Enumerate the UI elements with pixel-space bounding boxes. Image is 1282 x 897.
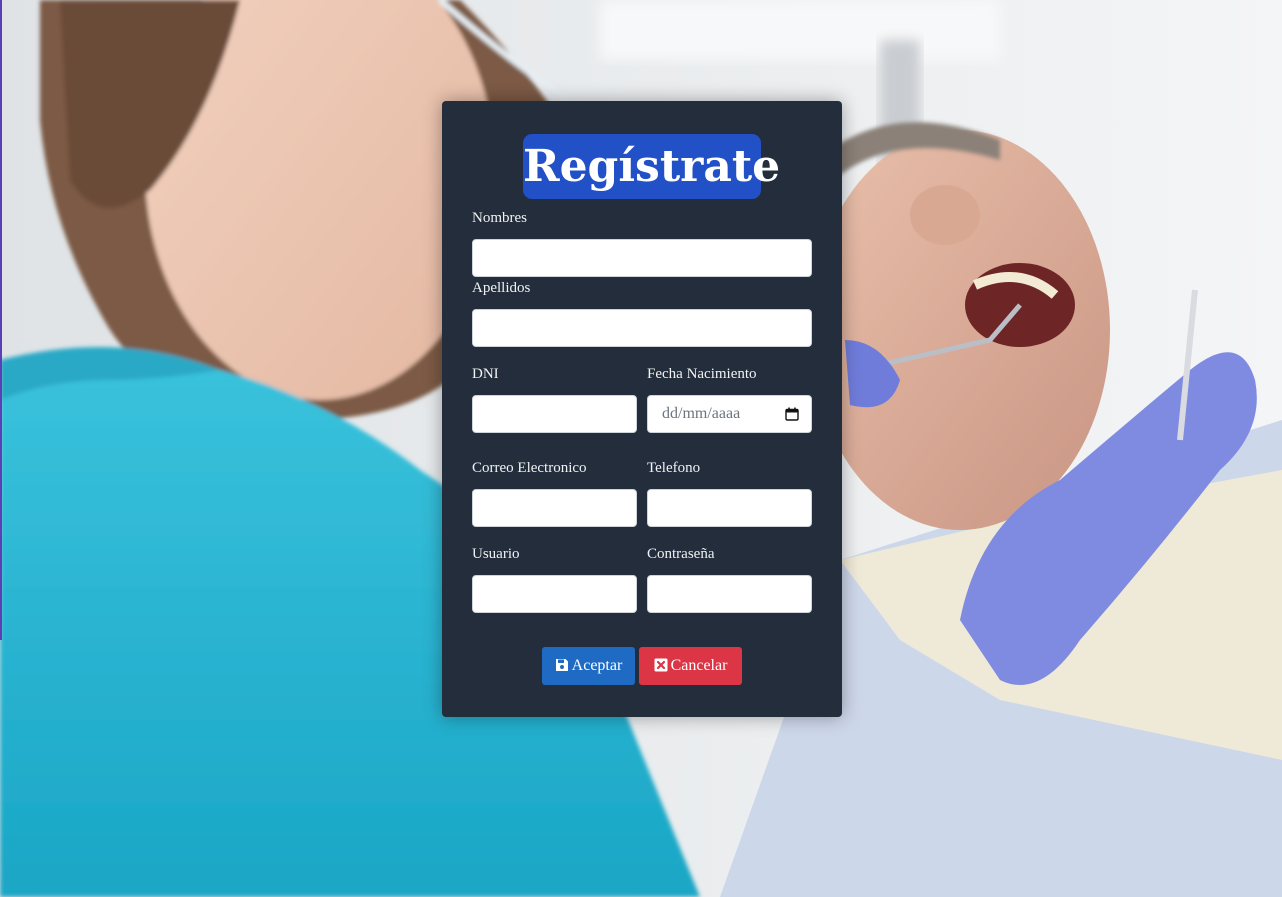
fecha-nacimiento-input[interactable]: dd/mm/aaaa — [647, 395, 812, 433]
accept-button[interactable]: Aceptar — [542, 647, 635, 685]
correo-label: Correo Electronico — [472, 460, 587, 476]
register-card: Regístrate Nombres Apellidos DNI Fecha N… — [442, 101, 842, 717]
apellidos-label: Apellidos — [472, 280, 531, 296]
register-title: Regístrate — [523, 134, 780, 199]
usuario-input[interactable] — [472, 575, 637, 613]
dni-label: DNI — [472, 366, 499, 382]
nombres-input[interactable] — [472, 239, 812, 277]
nombres-label: Nombres — [472, 210, 527, 226]
fecha-nacimiento-label: Fecha Nacimiento — [647, 366, 757, 382]
accept-button-label: Aceptar — [571, 657, 623, 674]
date-placeholder: dd/mm/aaaa — [662, 405, 741, 422]
close-square-icon — [654, 658, 668, 672]
telefono-input[interactable] — [647, 489, 812, 527]
contrasena-label: Contraseña — [647, 546, 715, 562]
calendar-icon[interactable] — [785, 407, 799, 421]
usuario-label: Usuario — [472, 546, 520, 562]
cancel-button-label: Cancelar — [670, 657, 728, 674]
apellidos-input[interactable] — [472, 309, 812, 347]
save-icon — [555, 659, 568, 671]
telefono-label: Telefono — [647, 460, 701, 476]
cancel-button[interactable]: Cancelar — [639, 647, 742, 685]
left-edge-accent — [0, 0, 2, 640]
dni-input[interactable] — [472, 395, 637, 433]
contrasena-input[interactable] — [647, 575, 812, 613]
correo-input[interactable] — [472, 489, 637, 527]
